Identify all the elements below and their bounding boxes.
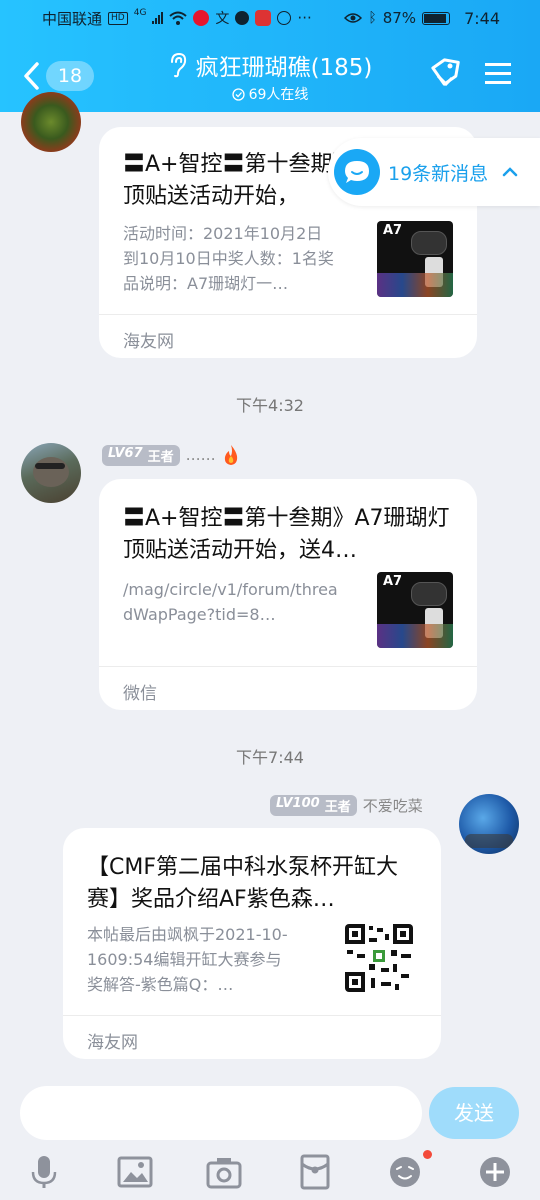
link-card[interactable]: 【CMF第二届中科水泵杯开缸大赛】奖品介绍AF紫色森… 本帖最后由飒枫于2021… [63,828,441,1059]
chevron-up-icon [502,167,518,177]
card-title: 〓A+智控〓第十叁期》A7珊瑚灯顶贴送活动开始，送4… [123,506,450,563]
sender-avatar[interactable] [21,443,81,503]
battery-percent: 87% [382,9,417,27]
more-dots-icon: ··· [297,9,312,27]
sync-icon [277,11,292,25]
online-check-icon [231,87,245,101]
eye-icon [344,13,363,23]
rank-text: 王者 [147,449,174,465]
level-badge: LV67 王者 [102,444,180,466]
navigation-bar: 18 疯狂珊瑚礁(185) 69人在线 [0,40,540,108]
sender-info: LV100 王者 不爱吃菜 [270,795,423,816]
card-source: 海友网 [99,314,477,358]
group-name: 疯狂珊瑚礁(185) [195,55,373,81]
status-bar: 中国联通 HD 4G 文 ··· ᛒ 87% 7:44 [0,0,540,36]
card-source: 海友网 [63,1015,441,1059]
sender-name: …… [185,446,216,464]
image-icon[interactable] [117,1154,153,1190]
send-button[interactable]: 发送 [429,1087,519,1139]
network-label: 4G [133,7,147,18]
battery-icon [422,11,451,25]
back-button[interactable]: 18 [22,58,100,94]
menu-icon[interactable] [481,56,517,92]
rank-text: 王者 [324,800,351,815]
card-description: 本帖最后由飒枫于2021-10-1609:54编辑开缸大赛参与奖解答-紫色篇Q：… [87,925,288,994]
translate-icon: 文 [215,11,230,27]
qr-code-icon [345,924,413,992]
my-avatar[interactable] [459,794,519,854]
level-text: LV100 [276,796,320,811]
carrier-label: 中国联通 [42,9,103,28]
link-card[interactable]: 〓A+智控〓第十叁期》A7珊瑚灯顶贴送活动开始，送4… /mag/circle/… [99,479,477,710]
news-icon [255,10,272,26]
notification-dot [423,1150,432,1159]
hd-icon: HD [108,11,128,25]
emoji-icon[interactable] [387,1154,423,1190]
sender-info: LV67 王者 …… [102,444,240,466]
input-toolbar [0,1148,540,1200]
plus-icon[interactable] [477,1154,513,1190]
card-description: /mag/circle/v1/forum/threadWapPage?tid=8… [123,580,338,624]
level-badge: LV100 王者 [270,795,357,816]
fire-icon [224,445,237,465]
card-title: 【CMF第二届中科水泵杯开缸大赛】奖品介绍AF紫色森… [87,855,398,912]
bluetooth-icon: ᛒ [368,10,377,26]
weibo-icon [193,10,210,26]
card-thumbnail: A7 [377,572,453,648]
new-messages-label: 19条新消息 [388,162,489,185]
wifi-icon [169,11,188,25]
online-count: 69人在线 [248,87,309,103]
ear-icon [170,52,186,78]
card-thumbnail: A7 [377,221,453,297]
camera-icon[interactable] [206,1154,242,1190]
tag-icon[interactable] [426,56,462,92]
chat-bubble-icon [334,149,380,195]
back-chevron-icon [24,62,39,90]
app-icon [235,11,250,25]
sender-name: 不爱吃菜 [362,797,423,815]
thumbnail-label: A7 [383,574,403,589]
group-title[interactable]: 疯狂珊瑚礁(185) 69人在线 [140,48,400,104]
signal-icon [152,12,164,24]
sender-avatar[interactable] [21,92,81,152]
qr-code-image [345,924,413,992]
red-packet-icon[interactable] [297,1154,333,1190]
clock: 7:44 [464,8,500,28]
card-description: 活动时间：2021年10月2日到10月10日中奖人数：1名奖品说明：A7珊瑚灯一… [123,224,334,293]
new-messages-button[interactable]: 19条新消息 [328,138,540,206]
unread-count-badge: 18 [46,61,94,91]
timestamp: 下午4:32 [236,396,304,415]
thumbnail-label: A7 [383,223,403,238]
timestamp: 下午7:44 [236,748,304,767]
message-input[interactable] [20,1086,422,1140]
level-text: LV67 [108,445,143,461]
card-source: 微信 [99,666,477,710]
microphone-icon[interactable] [26,1154,62,1190]
